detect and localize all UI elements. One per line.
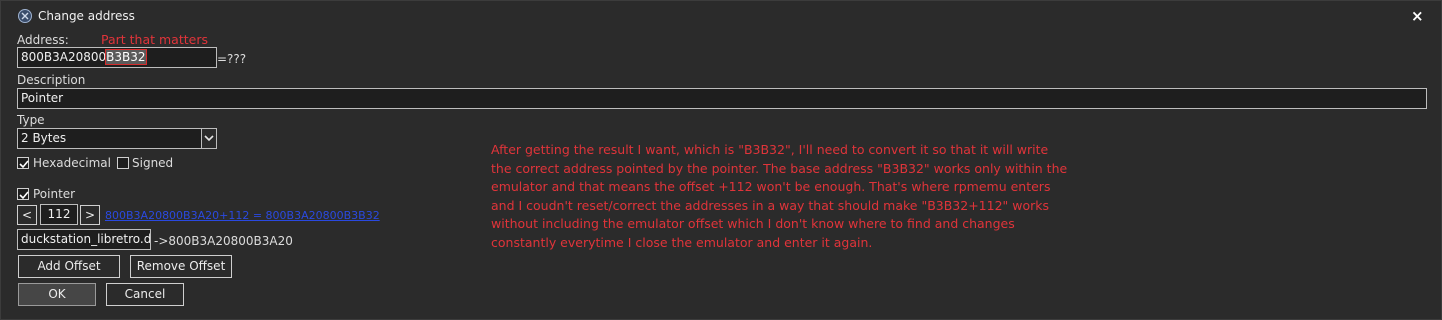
note-line: After getting the result I want, which i… bbox=[491, 142, 1049, 157]
description-field[interactable]: Pointer bbox=[17, 88, 1427, 109]
offset-next-button[interactable]: > bbox=[80, 205, 100, 225]
note-line: and I coudn't reset/correct the addresse… bbox=[491, 197, 1050, 213]
ok-button[interactable]: OK bbox=[18, 283, 96, 306]
signed-label: Signed bbox=[132, 156, 174, 170]
address-result: =??? bbox=[217, 52, 247, 66]
address-annotation: Part that matters bbox=[101, 32, 208, 47]
remove-offset-button[interactable]: Remove Offset bbox=[130, 255, 232, 278]
hexadecimal-label: Hexadecimal bbox=[33, 156, 111, 170]
pointer-base-field[interactable]: duckstation_libretro.dll+ bbox=[17, 229, 151, 250]
title-bar: Change address × bbox=[1, 1, 1441, 31]
annotation-note: After getting the result I want, which i… bbox=[491, 141, 1071, 253]
description-label: Description bbox=[17, 73, 86, 87]
note-line: without including the emulator offset wh… bbox=[491, 216, 1015, 232]
note-line: the correct address pointed by the point… bbox=[491, 160, 1068, 176]
offset-prev-button[interactable]: < bbox=[17, 205, 37, 225]
pointer-checkbox[interactable] bbox=[17, 188, 29, 200]
window-title: Change address bbox=[38, 9, 135, 23]
pointer-base-result: ->800B3A20800B3A20 bbox=[154, 234, 293, 248]
cancel-button[interactable]: Cancel bbox=[106, 283, 184, 306]
type-select[interactable]: 2 Bytes bbox=[17, 128, 217, 149]
signed-checkbox[interactable] bbox=[117, 157, 129, 169]
pointer-label: Pointer bbox=[33, 187, 76, 201]
offset-result-link[interactable]: 800B3A20800B3A20+112 = 800B3A20800B3B32 bbox=[105, 209, 380, 222]
note-line: constantly everytime I close the emulato… bbox=[491, 234, 873, 250]
address-value-prefix: 800B3A20800 bbox=[21, 50, 107, 64]
add-offset-button[interactable]: Add Offset bbox=[18, 255, 120, 278]
cheat-engine-icon bbox=[17, 8, 33, 24]
hexadecimal-checkbox[interactable] bbox=[17, 157, 29, 169]
type-value: 2 Bytes bbox=[21, 131, 67, 145]
note-line: emulator and that means the offset +112 … bbox=[491, 179, 1051, 195]
offset-field[interactable]: 112 bbox=[40, 204, 78, 225]
change-address-dialog: Change address × Address: Part that matt… bbox=[0, 0, 1442, 320]
close-icon[interactable]: × bbox=[1411, 7, 1424, 25]
address-value-highlight: B3B32 bbox=[105, 49, 147, 65]
chevron-down-icon[interactable] bbox=[201, 129, 216, 148]
address-label: Address: bbox=[17, 33, 69, 47]
type-label: Type bbox=[17, 113, 45, 127]
address-field[interactable]: 800B3A20800B3B32 bbox=[17, 47, 217, 68]
